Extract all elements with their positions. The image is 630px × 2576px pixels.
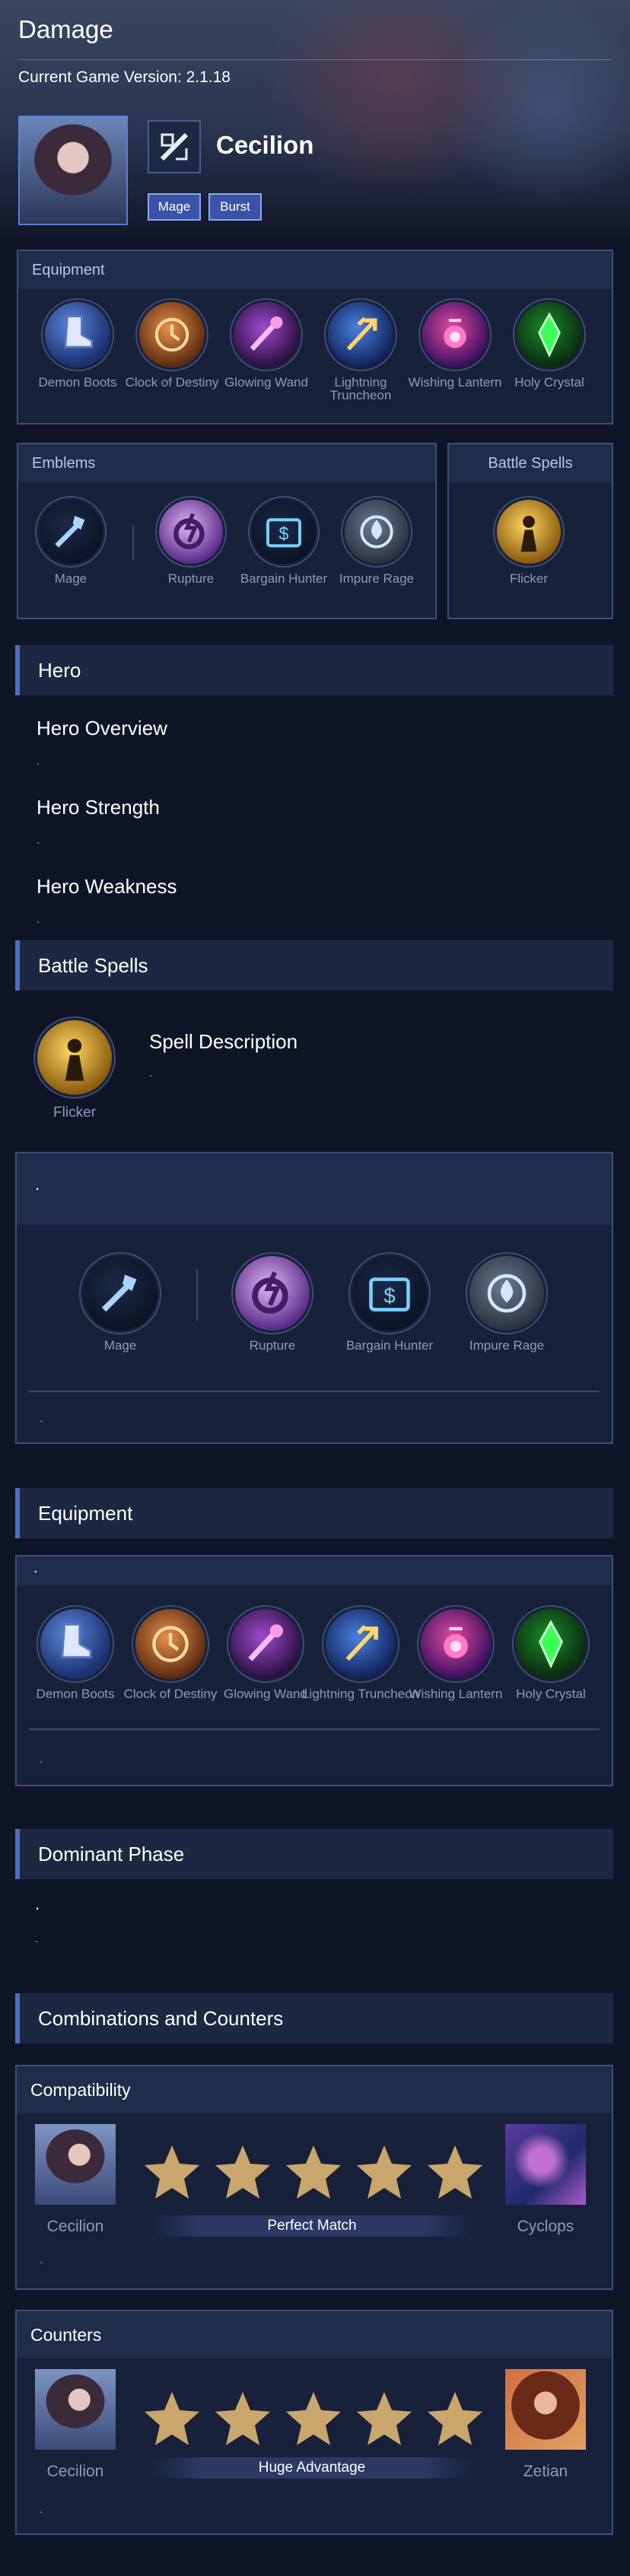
svg-text:$: $ [278, 525, 288, 545]
spell-description: . [149, 1067, 153, 1080]
flame-icon[interactable] [342, 498, 411, 566]
hero-portrait [18, 116, 128, 225]
trident-icon[interactable] [323, 1607, 398, 1681]
flicker-icon[interactable] [495, 498, 563, 566]
dominant-phase-line1: . [35, 1894, 40, 1913]
hero-overview-text: . [37, 755, 40, 768]
ticket-icon[interactable]: $ [350, 1254, 429, 1333]
emblem-detail-note: . [40, 1412, 43, 1425]
lantern-icon[interactable] [420, 300, 490, 370]
clock-icon[interactable] [137, 300, 207, 370]
emblem-detail-3-label: Impure Rage [469, 1338, 545, 1353]
compatibility-left-portrait [35, 2124, 116, 2205]
hero-weakness-text: . [37, 913, 40, 926]
emblem-detail-2-label: Bargain Hunter [345, 1338, 434, 1353]
emblem-detail-0-label: Mage [103, 1338, 137, 1353]
compatibility-star-icon [354, 2141, 415, 2202]
counters-right-portrait [505, 2369, 586, 2450]
spell-description-title: Spell Description [149, 1030, 298, 1053]
equipment-panel-title: Equipment [18, 251, 612, 289]
wand-emblem-icon[interactable] [81, 1254, 160, 1333]
equipment-detail-title: . [17, 1557, 612, 1585]
section-battle-spells: Battle Spells [15, 940, 613, 991]
spell-name: Flicker [53, 1105, 96, 1121]
counters-star-icon [142, 2387, 202, 2448]
dominant-phase-line2: . [35, 1932, 39, 1945]
wand-emblem-icon[interactable] [37, 498, 105, 566]
ticket-icon[interactable]: $ [250, 498, 318, 566]
lantern-icon[interactable] [418, 1607, 493, 1681]
compatibility-right-name: Cyclops [517, 2218, 574, 2235]
counters-star-icon [283, 2387, 344, 2448]
counters-note: . [40, 2503, 43, 2516]
boot-icon[interactable] [38, 1607, 113, 1681]
hero-weakness-title: Hero Weakness [37, 875, 177, 898]
emblem-0-label: Mage [54, 571, 88, 586]
flame-icon[interactable] [467, 1254, 546, 1333]
section-equipment: Equipment [15, 1488, 613, 1538]
equipment-detail-separator [29, 1728, 600, 1730]
compatibility-star-icon [425, 2141, 485, 2202]
spells-panel-title: Battle Spells [449, 444, 612, 482]
emblem-detail-separator [29, 1391, 600, 1392]
compatibility-star-icon [212, 2141, 273, 2202]
counters-left-name: Cecilion [46, 2463, 104, 2480]
hero-strength-text: . [37, 834, 40, 847]
compatibility-star-icon [142, 2141, 202, 2202]
tag-mage: Mage [148, 193, 201, 221]
counters-star-icon [425, 2387, 485, 2448]
page-title: Damage [18, 15, 113, 43]
wand-icon[interactable] [231, 300, 301, 370]
emblem-divider [132, 525, 134, 560]
trident-icon[interactable] [326, 300, 396, 370]
game-version: Current Game Version: 2.1.18 [18, 68, 231, 86]
emblems-panel-title: Emblems [18, 444, 435, 482]
crystal-icon[interactable] [514, 1607, 588, 1681]
title-divider [18, 59, 612, 60]
svg-text:$: $ [383, 1283, 395, 1307]
equipment-detail-note: . [40, 1753, 43, 1766]
counters-star-icon [354, 2387, 415, 2448]
emblem-3-label: Impure Rage [339, 571, 415, 586]
flicker-icon[interactable] [35, 1018, 114, 1097]
compatibility-star-icon [283, 2141, 344, 2202]
compatibility-right-portrait [505, 2124, 586, 2205]
spell-top-label: Flicker [509, 571, 549, 586]
compatibility-label: Perfect Match [152, 2215, 472, 2237]
counters-left-portrait [35, 2369, 116, 2450]
boot-icon[interactable] [43, 300, 113, 370]
section-dominant-phase: Dominant Phase [15, 1829, 613, 1879]
section-combinations: Combinations and Counters [15, 1993, 613, 2043]
hero-strength-title: Hero Strength [37, 796, 160, 819]
emblem-detail-divider [196, 1269, 198, 1321]
counters-title: Counters [17, 2311, 612, 2358]
clock-icon[interactable] [133, 1607, 208, 1681]
wand-icon[interactable] [228, 1607, 303, 1681]
compatibility-left-name: Cecilion [46, 2218, 104, 2235]
rupture-icon[interactable] [233, 1254, 312, 1333]
emblem-detail-title: . [17, 1153, 612, 1225]
counters-label: Huge Advantage [152, 2457, 472, 2479]
counters-right-name: Zetian [523, 2463, 568, 2480]
rupture-icon[interactable] [157, 498, 225, 566]
hero-name: Cecilion [216, 131, 314, 159]
counters-star-icon [212, 2387, 273, 2448]
hero-overview-title: Hero Overview [37, 717, 167, 739]
emblem-detail-1-label: Rupture [249, 1338, 296, 1353]
equipment-detail-5-label: Holy Crystal [516, 1687, 586, 1701]
compatibility-title: Compatibility [17, 2066, 612, 2113]
tag-burst: Burst [208, 193, 262, 221]
section-hero: Hero [15, 645, 613, 695]
role-icon [148, 120, 201, 173]
equipment-5-label: Holy Crystal [514, 375, 584, 390]
compatibility-note: . [40, 2253, 43, 2266]
crystal-icon[interactable] [514, 300, 584, 370]
